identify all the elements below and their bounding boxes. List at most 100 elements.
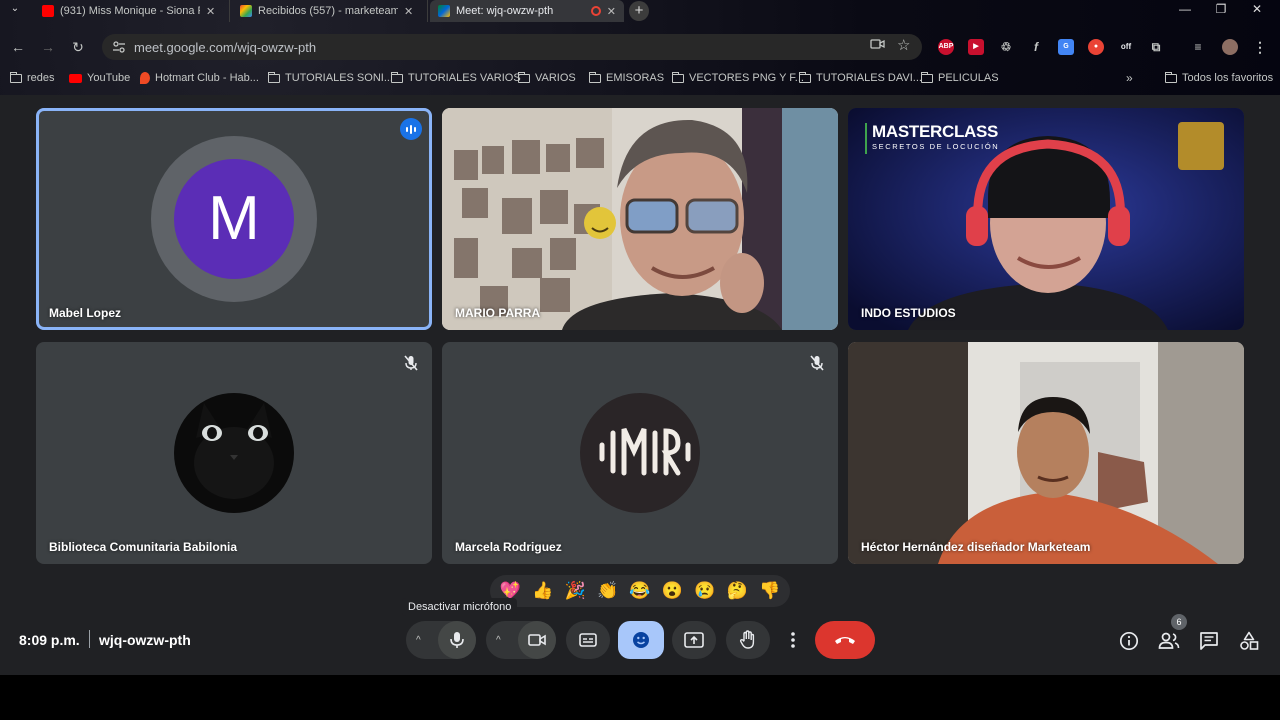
speaking-indicator-icon bbox=[400, 118, 422, 140]
reaction-surprised-button[interactable]: 😮 bbox=[659, 578, 685, 604]
black-cat-image bbox=[174, 393, 294, 513]
bookmark-vectores[interactable]: VECTORES PNG Y F... bbox=[672, 70, 804, 86]
participant-tile-marcela-rodriguez[interactable]: Marcela Rodriguez bbox=[442, 342, 838, 564]
bookmark-varios[interactable]: VARIOS bbox=[518, 70, 576, 86]
chat-button[interactable] bbox=[1197, 629, 1221, 653]
participant-name: Biblioteca Comunitaria Babilonia bbox=[49, 540, 238, 554]
participant-tile-mario-parra[interactable]: MARIO PARRA bbox=[442, 108, 838, 330]
folder-icon bbox=[921, 71, 933, 83]
bookmark-youtube[interactable]: YouTube bbox=[69, 70, 130, 86]
meet-icon bbox=[438, 5, 450, 17]
extensions-puzzle-icon[interactable]: ⧉ bbox=[1148, 39, 1164, 55]
participant-tile-mabel-lopez[interactable]: M Mabel Lopez bbox=[36, 108, 432, 330]
recycle-extension-icon[interactable]: ♲ bbox=[998, 39, 1014, 55]
avatar: M bbox=[174, 159, 294, 279]
activities-shapes-icon bbox=[1240, 631, 1259, 650]
bookmark-tutoriales-soni[interactable]: TUTORIALES SONI... bbox=[268, 70, 393, 86]
tab-meet[interactable]: Meet: wjq-owzw-pth ✕ bbox=[430, 0, 624, 22]
captions-button[interactable] bbox=[566, 621, 610, 659]
people-icon bbox=[1158, 632, 1180, 649]
all-bookmarks[interactable]: Todos los favoritos bbox=[1165, 70, 1273, 86]
reaction-thumbs-down-button[interactable]: 👎 bbox=[757, 578, 783, 604]
captions-icon bbox=[579, 633, 597, 647]
video-extension-icon[interactable]: ▶ bbox=[968, 39, 984, 55]
new-tab-button[interactable]: + bbox=[629, 1, 649, 21]
camera-button[interactable] bbox=[518, 621, 556, 659]
participant-tile-indo-estudios[interactable]: MASTERCLASS SECRETOS DE LOCUCIÓN INDO ES… bbox=[848, 108, 1244, 330]
bookmark-tutoriales-varios[interactable]: TUTORIALES VARIOS bbox=[391, 70, 521, 86]
folder-icon bbox=[268, 71, 280, 83]
site-info-icon[interactable] bbox=[112, 40, 126, 54]
power-extension-icon[interactable]: off bbox=[1118, 39, 1134, 55]
reload-button[interactable]: ↻ bbox=[68, 37, 88, 57]
reaction-party-popper-button[interactable]: 🎉 bbox=[562, 578, 588, 604]
media-control-icon[interactable]: ≡ bbox=[1190, 39, 1206, 55]
close-icon[interactable]: ✕ bbox=[404, 5, 413, 18]
bookmark-label: Hotmart Club - Hab... bbox=[155, 72, 259, 84]
font-extension-icon[interactable]: f bbox=[1028, 39, 1044, 55]
present-screen-button[interactable] bbox=[672, 621, 716, 659]
back-button[interactable]: ← bbox=[8, 37, 28, 57]
tab-title: Meet: wjq-owzw-pth bbox=[456, 5, 554, 17]
tab-gmail[interactable]: Recibidos (557) - marketeamar ✕ bbox=[232, 0, 428, 22]
bookmark-hotmart[interactable]: Hotmart Club - Hab... bbox=[140, 70, 259, 86]
tab-title: (931) Miss Monique - Siona Re bbox=[60, 5, 200, 17]
close-icon[interactable]: ✕ bbox=[607, 5, 616, 18]
leave-call-button[interactable] bbox=[815, 621, 875, 659]
microphone-off-icon bbox=[810, 355, 824, 371]
chevron-up-icon[interactable]: ^ bbox=[416, 635, 426, 646]
minimize-button[interactable]: — bbox=[1170, 2, 1200, 16]
bookmark-label: YouTube bbox=[87, 72, 131, 84]
meeting-code: wjq-owzw-pth bbox=[99, 632, 191, 648]
bookmark-star-icon[interactable]: ☆ bbox=[897, 36, 910, 54]
participant-name: INDO ESTUDIOS bbox=[861, 306, 956, 320]
participant-tile-hector-hernandez[interactable]: Héctor Hernández diseñador Marketeam bbox=[848, 342, 1244, 564]
tab-youtube[interactable]: (931) Miss Monique - Siona Re ✕ bbox=[34, 0, 230, 22]
reactions-button[interactable] bbox=[618, 621, 664, 659]
microphone-control: ^ bbox=[406, 621, 476, 659]
close-icon[interactable]: ✕ bbox=[206, 5, 215, 18]
bookmark-label: TUTORIALES DAVI... bbox=[816, 72, 922, 84]
bookmark-label: TUTORIALES VARIOS bbox=[408, 72, 521, 84]
people-button[interactable] bbox=[1157, 629, 1181, 653]
browser-chrome: ⌄ (931) Miss Monique - Siona Re ✕ Recibi… bbox=[0, 0, 1280, 95]
activities-button[interactable] bbox=[1237, 629, 1261, 653]
reaction-thumbs-up-button[interactable]: 👍 bbox=[530, 578, 556, 604]
avatar bbox=[580, 393, 700, 513]
participant-name: Mabel Lopez bbox=[49, 306, 122, 320]
bookmark-emisoras[interactable]: EMISORAS bbox=[589, 70, 664, 86]
notification-extension-icon[interactable]: ● bbox=[1088, 39, 1104, 55]
microphone-button[interactable] bbox=[438, 621, 476, 659]
forward-button[interactable]: → bbox=[38, 37, 58, 57]
translate-icon[interactable]: G bbox=[1058, 39, 1074, 55]
meeting-details-button[interactable] bbox=[1117, 629, 1141, 653]
camera-in-use-icon[interactable] bbox=[870, 38, 886, 53]
chevron-up-icon[interactable]: ^ bbox=[496, 635, 506, 646]
reaction-thinking-button[interactable]: 🤔 bbox=[724, 578, 750, 604]
adblock-icon[interactable]: ABP bbox=[938, 39, 954, 55]
bookmark-peliculas[interactable]: PELICULAS bbox=[921, 70, 999, 86]
bookmark-redes[interactable]: redes bbox=[10, 70, 55, 86]
close-window-button[interactable]: ✕ bbox=[1242, 2, 1272, 16]
raise-hand-button[interactable] bbox=[726, 621, 770, 659]
info-icon bbox=[1119, 631, 1139, 651]
address-bar[interactable]: meet.google.com/wjq-owzw-pth bbox=[102, 34, 922, 60]
folder-icon bbox=[518, 71, 530, 83]
bookmark-label: TUTORIALES SONI... bbox=[285, 72, 393, 84]
tab-search-button[interactable]: ⌄ bbox=[6, 3, 24, 19]
folder-icon bbox=[672, 71, 684, 83]
participant-tile-biblioteca[interactable]: Biblioteca Comunitaria Babilonia bbox=[36, 342, 432, 564]
bookmark-tutoriales-davi[interactable]: TUTORIALES DAVI... bbox=[799, 70, 922, 86]
microphone-tooltip: Desactivar micrófono bbox=[402, 598, 518, 616]
browser-menu-icon[interactable]: ⋮ bbox=[1252, 39, 1268, 55]
reaction-clapping-button[interactable]: 👏 bbox=[595, 578, 621, 604]
reaction-tears-of-joy-button[interactable]: 😂 bbox=[627, 578, 653, 604]
bookmark-label: redes bbox=[27, 72, 55, 84]
bookmark-label: Todos los favoritos bbox=[1182, 72, 1274, 84]
bookmarks-overflow-icon[interactable]: » bbox=[1126, 70, 1133, 86]
restore-button[interactable]: ❐ bbox=[1206, 2, 1236, 16]
reaction-crying-button[interactable]: 😢 bbox=[692, 578, 718, 604]
more-options-button[interactable] bbox=[780, 621, 806, 659]
profile-avatar[interactable] bbox=[1222, 39, 1238, 55]
raise-hand-icon bbox=[739, 630, 755, 649]
